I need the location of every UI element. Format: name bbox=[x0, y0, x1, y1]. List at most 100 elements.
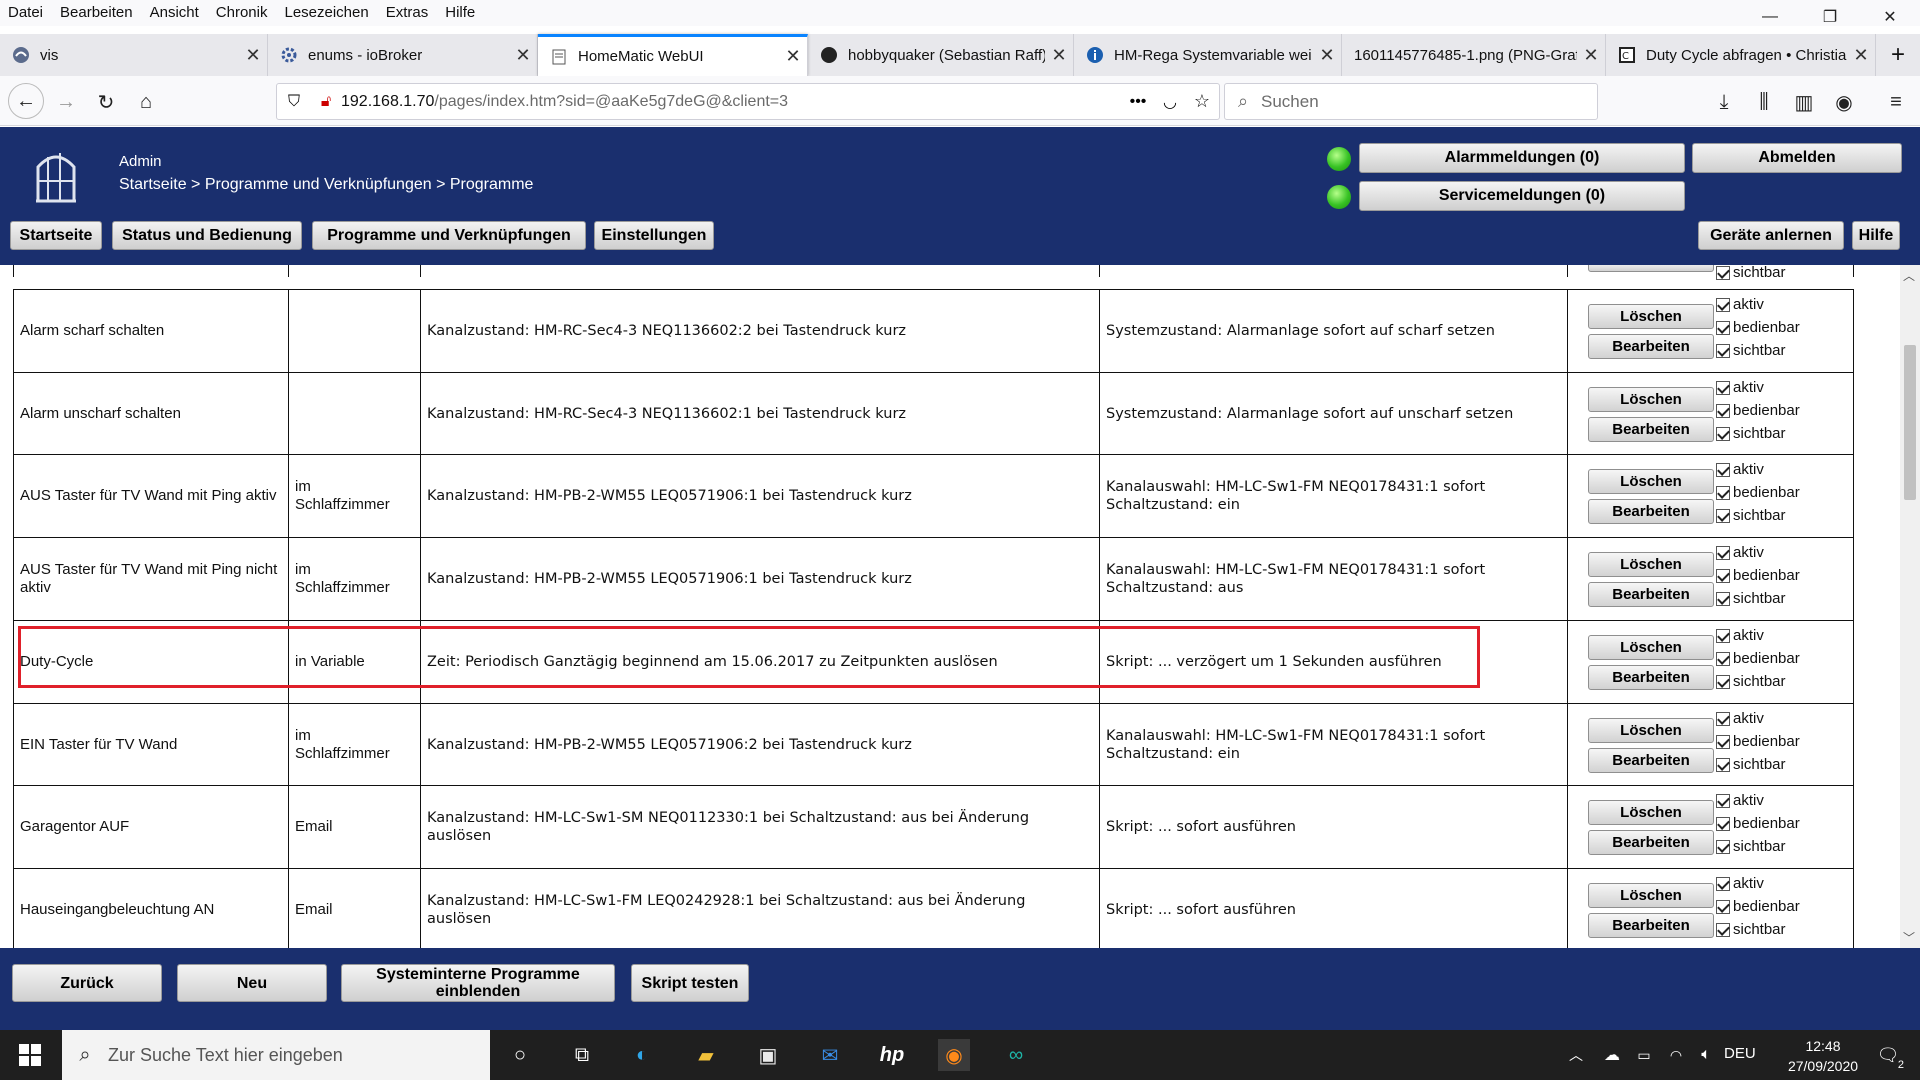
tab-duty-cycle[interactable]: C Duty Cycle abfragen • Christia ✕ bbox=[1606, 34, 1876, 76]
active-checkbox[interactable]: aktiv bbox=[1716, 542, 1764, 564]
learn-devices-button[interactable]: Geräte anlernen bbox=[1698, 221, 1844, 250]
visible-checkbox[interactable]: sichtbar bbox=[1716, 265, 1786, 284]
checkbox[interactable] bbox=[1716, 900, 1730, 914]
checkbox[interactable] bbox=[1716, 712, 1730, 726]
active-checkbox[interactable]: aktiv bbox=[1716, 625, 1764, 647]
menu-history[interactable]: Chronik bbox=[208, 0, 277, 24]
firefox-icon[interactable]: ◉ bbox=[938, 1039, 970, 1071]
checkbox[interactable] bbox=[1716, 817, 1730, 831]
operable-checkbox[interactable]: bedienbar bbox=[1716, 317, 1800, 339]
account-icon[interactable]: ◉ bbox=[1828, 86, 1860, 118]
vertical-scrollbar[interactable]: ︿ ﹀ bbox=[1900, 265, 1920, 948]
new-tab-button[interactable]: + bbox=[1876, 34, 1920, 76]
windows-start-icon[interactable] bbox=[14, 1039, 46, 1071]
delete-button[interactable]: Löschen bbox=[1588, 552, 1714, 577]
active-checkbox[interactable]: aktiv bbox=[1716, 377, 1764, 399]
close-icon[interactable]: ✕ bbox=[509, 45, 537, 66]
restore-button[interactable]: ❐ bbox=[1800, 0, 1860, 34]
help-button[interactable]: Hilfe bbox=[1852, 221, 1900, 250]
checkbox[interactable] bbox=[1716, 758, 1730, 772]
arduino-icon[interactable]: ∞ bbox=[1000, 1039, 1032, 1071]
language-indicator[interactable]: DEU bbox=[1724, 1045, 1756, 1062]
edit-button[interactable]: Bearbeiten bbox=[1588, 582, 1714, 607]
edit-button[interactable]: Bearbeiten bbox=[1588, 830, 1714, 855]
shield-icon[interactable]: ⛉ bbox=[277, 93, 311, 111]
alarm-messages-button[interactable]: Alarmmeldungen (0) bbox=[1359, 143, 1685, 173]
test-script-button[interactable]: Skript testen bbox=[631, 964, 749, 1002]
back-arrow-icon[interactable]: ← bbox=[8, 83, 44, 119]
close-icon[interactable]: ✕ bbox=[1577, 45, 1605, 66]
library-icon[interactable]: ⫼ bbox=[1748, 86, 1780, 118]
active-checkbox[interactable]: aktiv bbox=[1716, 708, 1764, 730]
tab-vis[interactable]: vis ✕ bbox=[0, 34, 268, 76]
page-actions-icon[interactable]: ••• bbox=[1121, 93, 1155, 111]
taskbar-search-input[interactable]: ⌕ Zur Suche Text hier eingeben bbox=[62, 1030, 490, 1080]
checkbox[interactable] bbox=[1716, 509, 1730, 523]
checkbox[interactable] bbox=[1716, 629, 1730, 643]
checkbox[interactable] bbox=[1716, 652, 1730, 666]
scroll-down-arrow-icon[interactable]: ﹀ bbox=[1903, 929, 1915, 946]
close-icon[interactable]: ✕ bbox=[779, 46, 807, 67]
checkbox[interactable] bbox=[1716, 735, 1730, 749]
checkbox[interactable] bbox=[1716, 266, 1730, 280]
delete-button[interactable]: Löschen bbox=[1588, 304, 1714, 329]
operable-checkbox[interactable]: bedienbar bbox=[1716, 896, 1800, 918]
active-checkbox[interactable]: aktiv bbox=[1716, 790, 1764, 812]
visible-checkbox[interactable]: sichtbar bbox=[1716, 505, 1786, 527]
show-system-programs-button[interactable]: Systeminterne Programme einblenden bbox=[341, 964, 615, 1002]
minimize-button[interactable]: — bbox=[1740, 0, 1800, 34]
notification-center-icon[interactable]: 🗨︎ 2 bbox=[1872, 1039, 1904, 1072]
sidebar-icon[interactable]: ▥ bbox=[1788, 86, 1820, 118]
checkbox[interactable] bbox=[1716, 321, 1730, 335]
back-button[interactable]: Zurück bbox=[12, 964, 162, 1002]
close-icon[interactable]: ✕ bbox=[1045, 45, 1073, 66]
delete-button[interactable]: Löschen bbox=[1588, 800, 1714, 825]
checkbox[interactable] bbox=[1716, 486, 1730, 500]
close-icon[interactable]: ✕ bbox=[1847, 45, 1875, 66]
logout-button[interactable]: Abmelden bbox=[1692, 143, 1902, 173]
search-input[interactable]: ⌕ Suchen bbox=[1224, 83, 1598, 120]
insecure-lock-icon[interactable]: 🔓︎ bbox=[311, 93, 341, 111]
edit-button[interactable]: Bearbeiten bbox=[1588, 417, 1714, 442]
menu-view[interactable]: Ansicht bbox=[142, 0, 208, 24]
checkbox[interactable] bbox=[1716, 404, 1730, 418]
nav-programs-button[interactable]: Programme und Verknüpfungen bbox=[312, 221, 586, 250]
tab-homematic[interactable]: HomeMatic WebUI ✕ bbox=[538, 34, 808, 76]
delete-button[interactable]: Löschen bbox=[1588, 387, 1714, 412]
delete-button[interactable]: Löschen bbox=[1588, 883, 1714, 908]
tab-png[interactable]: 1601145776485-1.png (PNG-Grafik) ✕ bbox=[1342, 34, 1606, 76]
cloud-icon[interactable]: ☁ bbox=[1596, 1039, 1628, 1071]
visible-checkbox[interactable]: sichtbar bbox=[1716, 836, 1786, 858]
menu-bookmarks[interactable]: Lesezeichen bbox=[276, 0, 377, 24]
reload-icon[interactable]: ↻ bbox=[90, 86, 122, 118]
edit-button[interactable] bbox=[1588, 265, 1714, 272]
checkbox[interactable] bbox=[1716, 840, 1730, 854]
home-icon[interactable]: ⌂ bbox=[130, 86, 162, 118]
tab-hm-rega[interactable]: HM-Rega Systemvariable wei ✕ bbox=[1074, 34, 1342, 76]
nav-status-button[interactable]: Status und Bedienung bbox=[112, 221, 302, 250]
hamburger-menu-icon[interactable]: ≡ bbox=[1880, 86, 1912, 118]
visible-checkbox[interactable]: sichtbar bbox=[1716, 919, 1786, 941]
scroll-up-arrow-icon[interactable]: ︿ bbox=[1903, 267, 1915, 284]
checkbox[interactable] bbox=[1716, 592, 1730, 606]
visible-checkbox[interactable]: sichtbar bbox=[1716, 588, 1786, 610]
menu-tools[interactable]: Extras bbox=[378, 0, 438, 24]
forward-arrow-icon[interactable]: → bbox=[50, 86, 82, 118]
cortana-icon[interactable]: ○ bbox=[504, 1039, 536, 1071]
edit-button[interactable]: Bearbeiten bbox=[1588, 665, 1714, 690]
close-icon[interactable]: ✕ bbox=[239, 45, 267, 66]
edit-button[interactable]: Bearbeiten bbox=[1588, 334, 1714, 359]
operable-checkbox[interactable]: bedienbar bbox=[1716, 731, 1800, 753]
pocket-icon[interactable]: ◡ bbox=[1155, 92, 1185, 112]
tray-chevron-icon[interactable]: ︿ bbox=[1560, 1039, 1592, 1071]
active-checkbox[interactable]: aktiv bbox=[1716, 294, 1764, 316]
operable-checkbox[interactable]: bedienbar bbox=[1716, 648, 1800, 670]
delete-button[interactable]: Löschen bbox=[1588, 718, 1714, 743]
edit-button[interactable]: Bearbeiten bbox=[1588, 499, 1714, 524]
checkbox[interactable] bbox=[1716, 546, 1730, 560]
battery-icon[interactable]: ▭ bbox=[1628, 1039, 1660, 1071]
menu-edit[interactable]: Bearbeiten bbox=[52, 0, 142, 24]
close-icon[interactable]: ✕ bbox=[1313, 45, 1341, 66]
wifi-icon[interactable]: ◠ bbox=[1660, 1039, 1692, 1071]
operable-checkbox[interactable]: bedienbar bbox=[1716, 400, 1800, 422]
